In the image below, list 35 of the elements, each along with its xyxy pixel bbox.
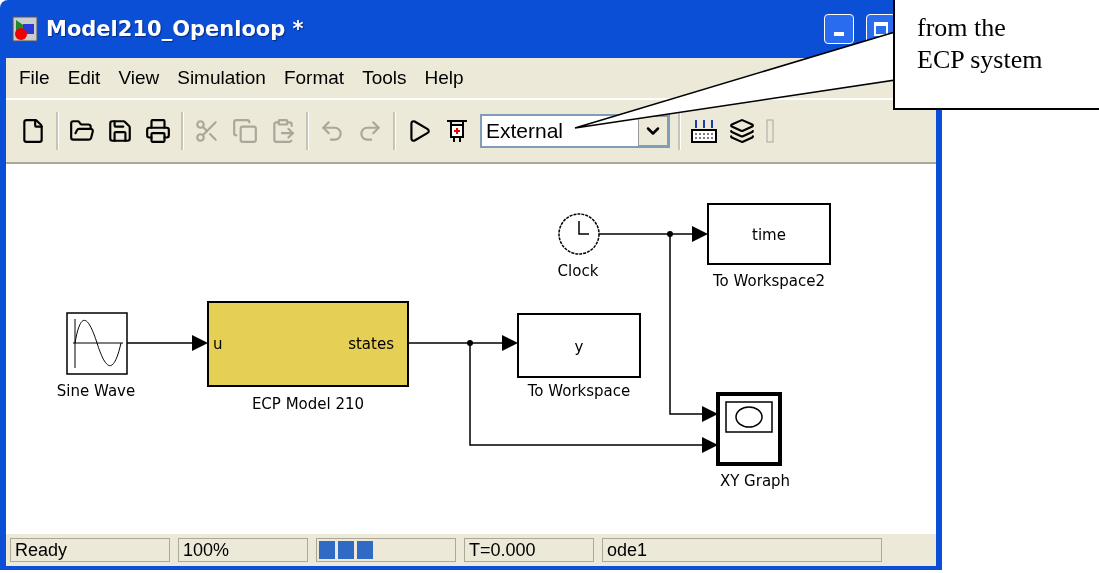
block-label: To Workspace <box>527 382 631 400</box>
printer-icon[interactable] <box>143 116 173 146</box>
xy-graph-block[interactable] <box>716 392 782 466</box>
status-text: Ready <box>10 538 170 562</box>
menu-item[interactable]: Edit <box>58 67 110 89</box>
stack-icon[interactable] <box>727 116 757 146</box>
block-label: XY Graph <box>719 472 791 490</box>
minimize-icon <box>834 32 844 36</box>
block-label: ECP Model 210 <box>251 395 365 413</box>
menu-item[interactable]: Tools <box>353 67 416 89</box>
block-label: Clock <box>557 262 599 280</box>
maximize-icon <box>873 21 889 37</box>
variable-name: time <box>752 226 786 244</box>
to-workspace-block[interactable] <box>707 203 831 265</box>
model-icon <box>12 16 38 42</box>
port-label: states <box>348 335 394 353</box>
window-title: Model210_Openloop * <box>46 17 305 41</box>
variable-name: y <box>574 337 584 356</box>
callout-text: from the ECP system <box>917 12 1044 76</box>
status-text: 100% <box>178 538 308 562</box>
menu-item[interactable]: View <box>109 67 169 89</box>
status-text: T=0.000 <box>464 538 594 562</box>
sine-wave-block[interactable] <box>66 312 128 375</box>
menu-item[interactable]: File <box>10 67 59 89</box>
minimize-button[interactable] <box>824 14 854 44</box>
block-label: Sine Wave <box>56 382 136 400</box>
block-label: To Workspace2 <box>712 272 826 290</box>
status-text: ode1 <box>602 538 882 562</box>
subsystem-block[interactable] <box>207 301 409 387</box>
menu-item[interactable]: Simulation <box>168 67 275 89</box>
clock-icon[interactable] <box>558 213 600 255</box>
menu-item[interactable]: Format <box>274 67 354 89</box>
menu-item[interactable]: Help <box>415 67 473 89</box>
port-label: u <box>213 335 223 353</box>
to-workspace-block[interactable] <box>517 313 641 378</box>
